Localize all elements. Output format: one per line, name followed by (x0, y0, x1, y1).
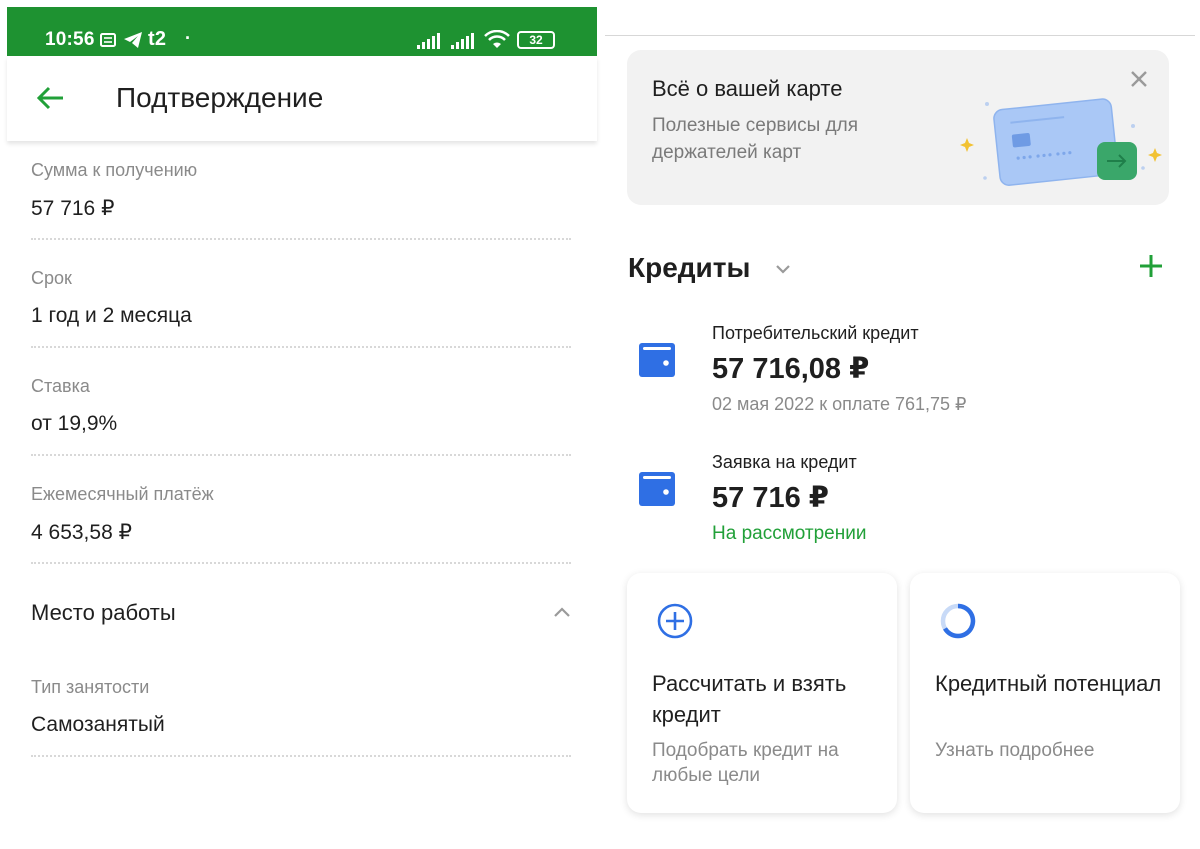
bank-card-illustration-icon (960, 98, 1162, 186)
field-monthly-payment: Ежемесячный платёж 4 653,58 ₽ (31, 484, 571, 564)
field-amount: Сумма к получению 57 716 ₽ (31, 160, 571, 240)
wallet-icon (639, 472, 675, 506)
divider (31, 562, 571, 564)
page-title: Подтверждение (116, 82, 324, 113)
signal-icon-1 (417, 33, 440, 49)
field-value: 1 год и 2 месяца (31, 304, 192, 327)
field-label: Ежемесячный платёж (31, 484, 214, 504)
card-title: Рассчитать и взять кредит (652, 671, 847, 727)
work-section-header[interactable]: Место работы (31, 600, 571, 630)
battery-icon: 32 (517, 31, 555, 49)
loan-amount: 57 716 ₽ (712, 482, 829, 514)
carrier-label: t2 (148, 28, 167, 50)
plus-circle-icon (657, 603, 693, 639)
confirmation-screen: 10:56 t2 · 32 Подтверждение Сумма к полу… (7, 0, 597, 849)
signal-icon-2 (451, 33, 474, 49)
close-icon[interactable] (1130, 70, 1148, 88)
loan-name: Потребительский кредит (712, 323, 919, 343)
calculate-credit-card[interactable]: Рассчитать и взять кредит Подобрать кред… (627, 573, 897, 813)
divider (31, 346, 571, 348)
field-value: от 19,9% (31, 412, 118, 435)
field-label: Сумма к получению (31, 160, 198, 180)
message-notification-icon (100, 33, 116, 47)
battery-level: 32 (529, 33, 543, 47)
credits-screen: Всё о вашей карте Полезные сервисы для д… (605, 0, 1200, 849)
divider (31, 755, 571, 757)
app-bar: Подтверждение (7, 56, 597, 141)
status-bar: 10:56 t2 · 32 (7, 7, 597, 56)
divider (605, 35, 1195, 36)
loan-name: Заявка на кредит (712, 452, 857, 472)
card-subtitle: Узнать подробнее (935, 740, 1095, 761)
chevron-up-icon[interactable] (553, 606, 571, 618)
wallet-icon (639, 343, 675, 377)
field-value: 4 653,58 ₽ (31, 521, 132, 544)
field-employment-type: Тип занятости Самозанятый (31, 677, 571, 757)
work-section-title: Место работы (31, 600, 176, 625)
telegram-icon (124, 32, 142, 48)
field-term: Срок 1 год и 2 месяца (31, 268, 571, 348)
banner-subtitle: Полезные сервисы для держателей карт (652, 115, 858, 163)
wifi-icon (484, 30, 510, 48)
field-label: Ставка (31, 376, 90, 396)
field-label: Срок (31, 268, 72, 288)
card-title: Кредитный потенциал (935, 671, 1162, 696)
dot-icon: · (185, 28, 191, 48)
loan-item-application[interactable]: Заявка на кредит 57 716 ₽ На рассмотрени… (639, 452, 1179, 552)
field-rate: Ставка от 19,9% (31, 376, 571, 456)
credit-potential-card[interactable]: Кредитный потенциал Узнать подробнее (910, 573, 1180, 813)
back-arrow-icon[interactable] (35, 84, 67, 112)
loan-payment-info: 02 мая 2022 к оплате 761,75 ₽ (712, 394, 967, 414)
card-info-banner[interactable]: Всё о вашей карте Полезные сервисы для д… (627, 50, 1169, 205)
status-time: 10:56 (45, 29, 95, 50)
banner-title: Всё о вашей карте (652, 76, 843, 101)
field-label: Тип занятости (31, 677, 150, 697)
status-badge: На рассмотрении (712, 523, 867, 544)
credits-title: Кредиты (628, 252, 751, 283)
chevron-down-icon[interactable] (775, 264, 791, 275)
card-subtitle: Подобрать кредит на любые цели (652, 740, 839, 786)
loan-amount: 57 716,08 ₽ (712, 353, 870, 385)
progress-ring-icon (940, 603, 976, 639)
field-value: Самозанятый (31, 713, 165, 736)
divider (31, 454, 571, 456)
divider (31, 238, 571, 240)
add-credit-button[interactable] (1139, 254, 1163, 278)
loan-item-consumer[interactable]: Потребительский кредит 57 716,08 ₽ 02 ма… (639, 323, 1179, 423)
field-value: 57 716 ₽ (31, 197, 115, 220)
